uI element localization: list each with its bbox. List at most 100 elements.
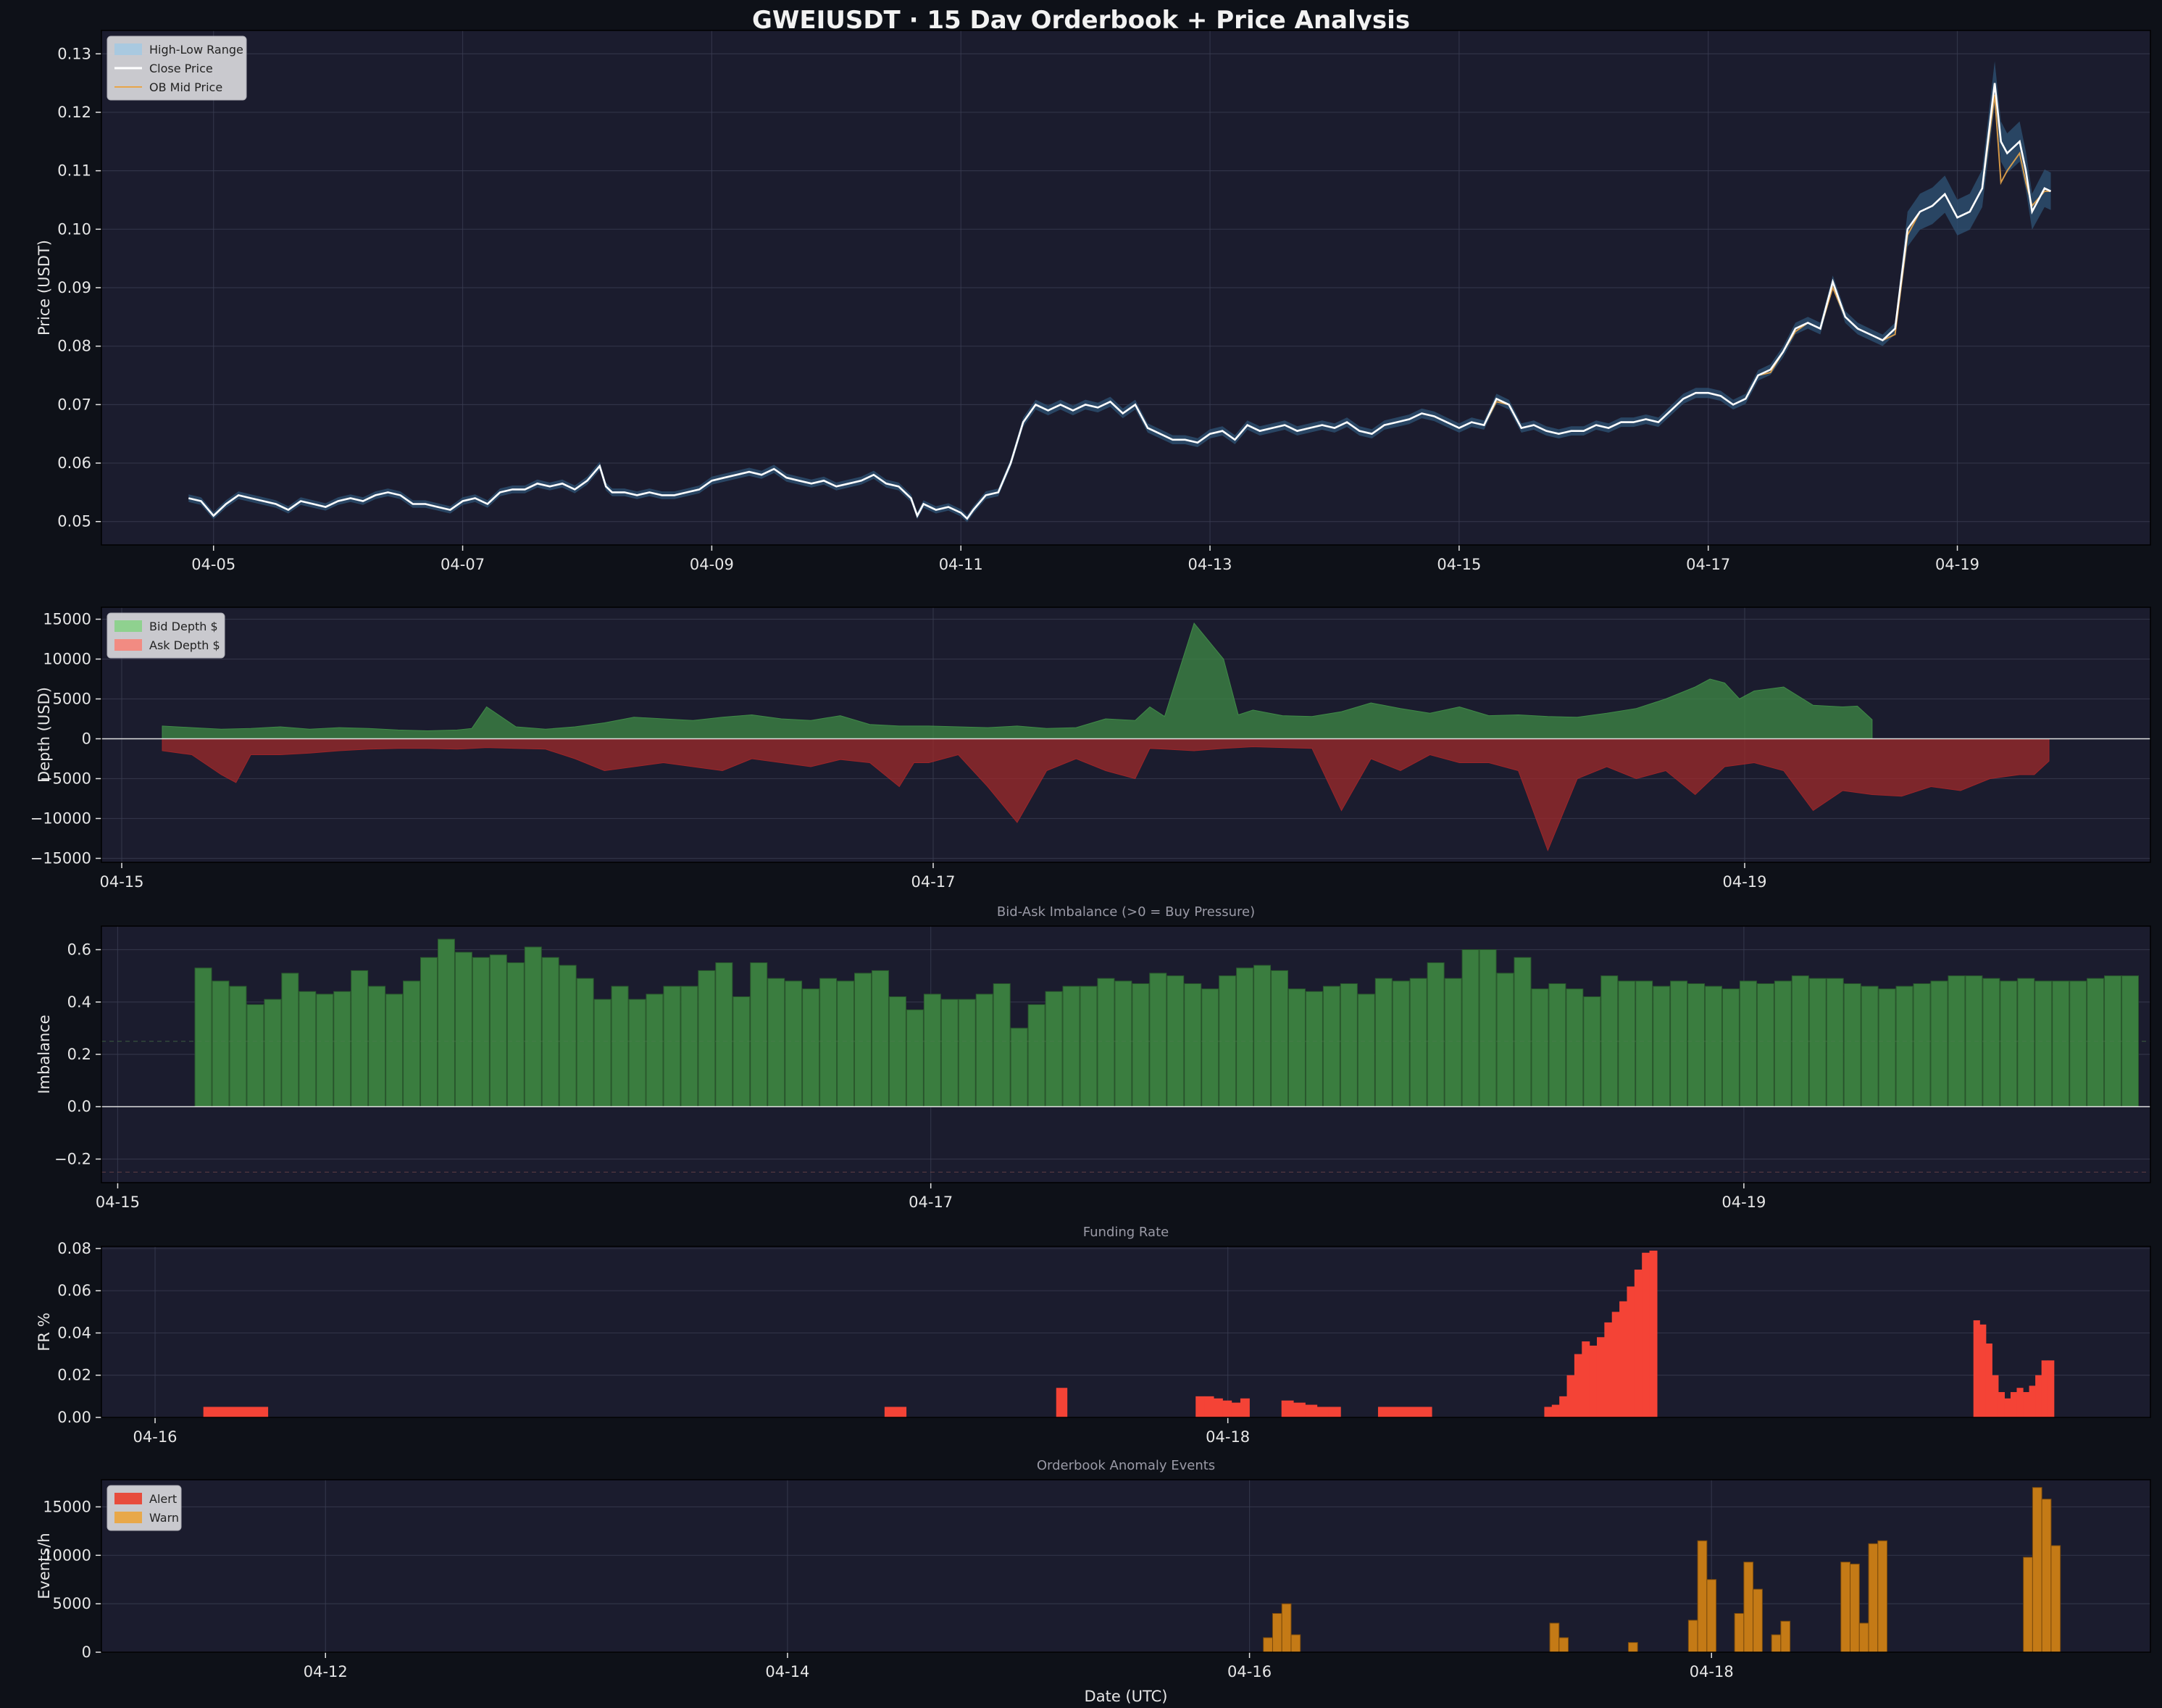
imbalance-bar xyxy=(2000,980,2018,1107)
price-xtick-label: 04-11 xyxy=(939,556,983,573)
events-legend-swatch xyxy=(114,1512,142,1523)
events-ylabel: Events/h xyxy=(36,1533,53,1599)
events-legend-label: Warn xyxy=(149,1511,179,1525)
warn-event-bar xyxy=(1281,1603,1292,1653)
funding-rate-bar xyxy=(1231,1402,1241,1417)
funding-rate-bar xyxy=(1985,1344,1992,1417)
imbalance-bar xyxy=(1514,957,1532,1107)
imbalance-ytick-label: 0.2 xyxy=(67,1046,91,1063)
warn-event-bar xyxy=(2050,1545,2061,1653)
imbalance-bar xyxy=(1149,972,1167,1107)
price-xtick-label: 04-19 xyxy=(1935,556,1979,573)
imbalance-bar xyxy=(923,993,941,1107)
funding-rate-bar xyxy=(1596,1337,1605,1417)
imbalance-bar xyxy=(1201,988,1219,1107)
depth-xtick-label: 04-19 xyxy=(1722,873,1766,891)
imbalance-bar xyxy=(1027,1004,1045,1107)
imbalance-bar xyxy=(1080,986,1098,1107)
imbalance-bar xyxy=(1861,986,1879,1107)
imbalance-bar xyxy=(1010,1028,1028,1107)
warn-event-bar xyxy=(1627,1642,1638,1653)
funding-xtick-label: 04-18 xyxy=(1206,1428,1250,1446)
depth-xtick-label: 04-15 xyxy=(99,873,143,891)
funding-rate-bar xyxy=(1589,1345,1598,1417)
imbalance-bar xyxy=(246,1004,264,1107)
funding-rate-bar xyxy=(2004,1398,2011,1417)
funding-rate-bar xyxy=(2010,1392,2018,1417)
imbalance-bar xyxy=(1687,983,1706,1107)
events-title: Orderbook Anomaly Events xyxy=(1037,1458,1215,1473)
warn-event-bar xyxy=(1290,1634,1301,1653)
warn-event-bar xyxy=(1706,1579,1717,1653)
warn-event-bar xyxy=(1771,1634,1782,1653)
depth-legend-swatch xyxy=(114,620,142,632)
warn-event-bar xyxy=(1558,1637,1569,1653)
price-xtick-label: 04-13 xyxy=(1188,556,1232,573)
imbalance-bar xyxy=(1305,991,1323,1107)
imbalance-bar xyxy=(437,938,455,1107)
warn-event-bar xyxy=(2023,1557,2033,1653)
funding-rate-bar xyxy=(1305,1404,1318,1417)
imbalance-bar xyxy=(1705,986,1722,1107)
events-xtick-label: 04-18 xyxy=(1690,1663,1734,1680)
imbalance-bar xyxy=(611,986,629,1107)
imbalance-bar xyxy=(1132,983,1150,1107)
events-xtick-label: 04-16 xyxy=(1227,1663,1272,1680)
price-ytick-label: 0.11 xyxy=(57,162,91,180)
funding-ytick-label: 0.00 xyxy=(57,1409,91,1426)
imbalance-bar xyxy=(1114,980,1132,1107)
imbalance-bar xyxy=(1461,949,1479,1107)
imbalance-xtick-label: 04-17 xyxy=(909,1193,953,1211)
imbalance-bar xyxy=(1340,983,1358,1107)
funding-rate-bar xyxy=(1559,1396,1568,1417)
funding-plot-area xyxy=(101,1246,2150,1417)
funding-rate-bar xyxy=(884,1407,907,1417)
imbalance-bar xyxy=(1843,983,1861,1107)
imbalance-bar xyxy=(1878,988,1896,1107)
price-ytick-label: 0.08 xyxy=(57,338,91,355)
funding-rate-bar xyxy=(1604,1322,1613,1417)
imbalance-bar xyxy=(663,986,681,1107)
funding-rate-bar xyxy=(1316,1407,1330,1417)
funding-rate-bar xyxy=(2016,1388,2024,1417)
events-xlabel: Date (UTC) xyxy=(1085,1688,1168,1705)
price-ytick-label: 0.10 xyxy=(57,220,91,238)
price-xtick-label: 04-07 xyxy=(441,556,485,573)
imbalance-bar xyxy=(454,951,472,1107)
imbalance-bar xyxy=(1322,986,1340,1107)
warn-event-bar xyxy=(2032,1487,2042,1653)
imbalance-bar xyxy=(767,978,785,1107)
price-ytick-label: 0.12 xyxy=(57,104,91,121)
price-ytick-label: 0.06 xyxy=(57,454,91,472)
funding-rate-bar xyxy=(1056,1388,1068,1417)
imbalance-bar xyxy=(2017,978,2035,1107)
funding-rate-bar xyxy=(1293,1402,1306,1417)
warn-event-bar xyxy=(1697,1540,1708,1653)
price-ylabel: Price (USDT) xyxy=(36,240,53,336)
funding-rate-bar xyxy=(1619,1301,1628,1417)
depth-legend-label: Ask Depth $ xyxy=(149,638,220,652)
funding-rate-bar xyxy=(1642,1252,1650,1417)
funding-ytick-label: 0.04 xyxy=(57,1324,91,1341)
imbalance-bar xyxy=(403,980,421,1107)
warn-event-bar xyxy=(1687,1620,1698,1653)
imbalance-bar xyxy=(2069,980,2087,1107)
funding-rate-bar xyxy=(1240,1398,1250,1417)
imbalance-bar xyxy=(472,957,490,1107)
imbalance-bar xyxy=(888,996,906,1107)
imbalance-bar xyxy=(1756,983,1774,1107)
imbalance-bar xyxy=(785,980,803,1107)
imbalance-bar xyxy=(229,986,247,1107)
funding-rate-bar xyxy=(1973,1320,1980,1417)
depth-legend-swatch xyxy=(114,639,142,651)
imbalance-bar xyxy=(1253,965,1272,1107)
imbalance-bar xyxy=(1357,993,1375,1107)
warn-event-bar xyxy=(1272,1613,1282,1653)
imbalance-bar xyxy=(2087,978,2105,1107)
imbalance-bar xyxy=(680,986,698,1107)
price-xtick-label: 04-15 xyxy=(1437,556,1481,573)
imbalance-bar xyxy=(1531,988,1549,1107)
imbalance-bar xyxy=(698,970,716,1107)
funding-rate-bar xyxy=(2041,1360,2048,1417)
price-ytick-label: 0.07 xyxy=(57,396,91,413)
